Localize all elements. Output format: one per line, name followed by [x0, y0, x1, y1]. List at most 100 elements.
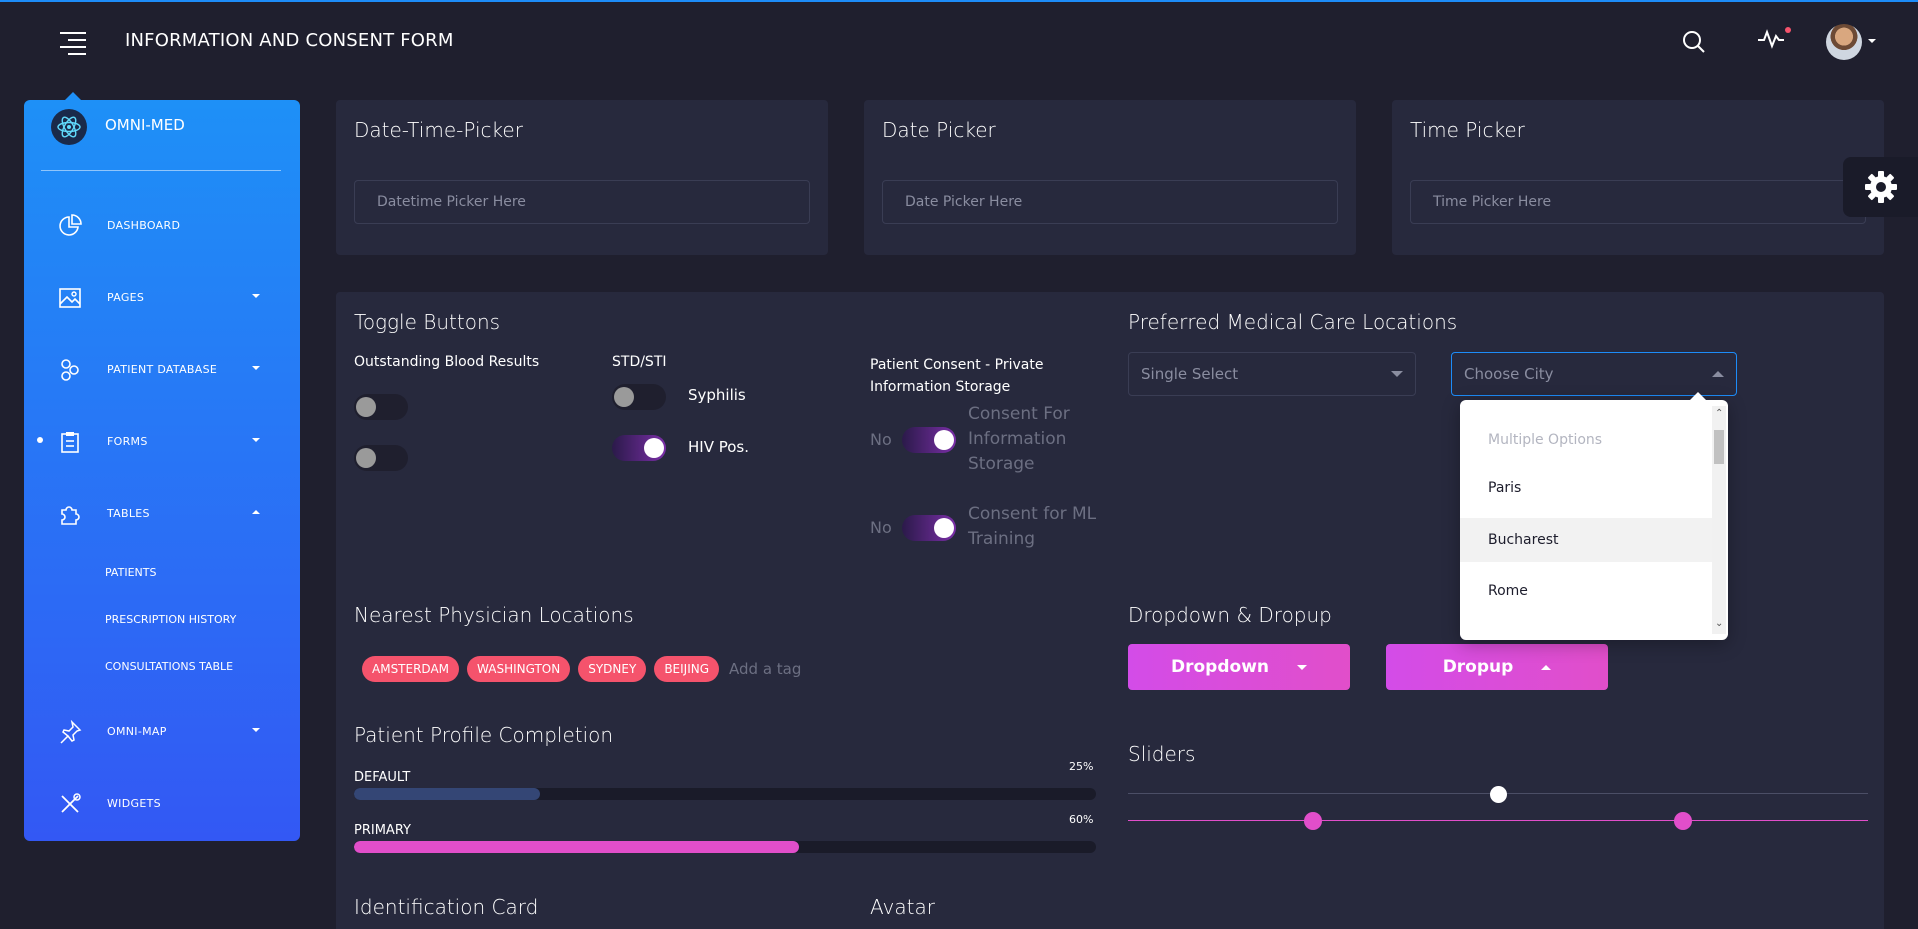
sidebar-item-patient-database[interactable]: PATIENT DATABASE: [24, 350, 300, 390]
datetime-picker-input[interactable]: Datetime Picker Here: [354, 180, 810, 224]
molecule-icon: [61, 359, 79, 381]
dropdown-label: Dropdown: [1171, 657, 1269, 677]
user-avatar[interactable]: [1826, 24, 1862, 60]
progress-default-label: DEFAULT: [354, 770, 411, 785]
blood-results-toggle-2[interactable]: [354, 445, 408, 471]
search-icon[interactable]: [1681, 29, 1707, 55]
caret-down-icon: [1297, 664, 1307, 670]
progress-default-bar: [354, 788, 1096, 800]
choose-city-select[interactable]: Choose City: [1451, 352, 1737, 396]
progress-fill: [354, 788, 540, 800]
blood-results-toggle-1[interactable]: [354, 394, 408, 420]
tag-sydney[interactable]: SYDNEY: [578, 656, 647, 682]
gear-icon: [1864, 171, 1897, 203]
city-option-rome[interactable]: Rome: [1460, 569, 1712, 613]
single-select-value: Single Select: [1141, 365, 1239, 383]
sidebar-item-dashboard[interactable]: DASHBOARD: [24, 206, 300, 246]
time-picker-card: Time Picker Time Picker Here: [1392, 100, 1884, 255]
dropup-label: Dropup: [1442, 657, 1514, 677]
sidebar-item-omni-map[interactable]: OMNI-MAP: [24, 712, 300, 752]
patient-consent-label: Patient Consent - Private Information St…: [870, 357, 1044, 395]
toggle-knob: [644, 438, 664, 458]
sidebar-item-label: FORMS: [107, 435, 148, 448]
consent-ml-toggle[interactable]: [902, 515, 956, 541]
tag-washington[interactable]: WASHINGTON: [467, 656, 571, 682]
scroll-down-icon[interactable]: ⌄: [1715, 618, 1723, 629]
sidebar-subitem-consultations-table[interactable]: CONSULTATIONS TABLE: [105, 660, 233, 673]
hiv-toggle[interactable]: [612, 435, 666, 461]
single-select-dropdown[interactable]: Single Select: [1128, 352, 1416, 396]
settings-gear-button[interactable]: [1843, 157, 1918, 217]
caret-up-icon: [1541, 664, 1552, 670]
sidebar-item-label: PATIENT DATABASE: [107, 363, 218, 376]
caret-down-icon: [252, 728, 260, 732]
dropdown-button[interactable]: Dropdown: [1128, 644, 1350, 690]
caret-down-icon: [252, 438, 260, 442]
activity-pulse-icon[interactable]: [1757, 26, 1791, 52]
sidebar-subitem-prescription-history[interactable]: PRESCRIPTION HISTORY: [105, 613, 236, 626]
tools-icon: [61, 793, 81, 813]
add-tag-placeholder[interactable]: Add a tag: [729, 660, 801, 678]
chevron-down-icon: [1391, 371, 1403, 377]
identification-card-title: Identification Card: [354, 895, 539, 919]
outstanding-blood-results-label: Outstanding Blood Results: [354, 354, 540, 370]
dropdown-scrollbar[interactable]: ⌃ ⌄: [1712, 406, 1726, 634]
top-navbar: INFORMATION AND CONSENT FORM: [0, 2, 1918, 82]
option-label: Rome: [1488, 583, 1528, 599]
toggle-knob: [614, 387, 634, 407]
sidebar-item-label: TABLES: [107, 507, 150, 520]
progress-fill: [354, 841, 800, 853]
avatar-title: Avatar: [870, 895, 935, 919]
city-option-bucharest[interactable]: Bucharest: [1460, 518, 1712, 562]
city-option-paris[interactable]: Paris: [1460, 466, 1712, 510]
sidebar-item-label: OMNI-MAP: [107, 725, 167, 738]
range-slider-handle-max[interactable]: [1674, 812, 1692, 830]
progress-default-value: 25%: [1069, 760, 1094, 773]
sidebar-item-widgets[interactable]: WIDGETS: [24, 784, 300, 824]
chevron-down-icon[interactable]: [1868, 39, 1876, 43]
range-slider[interactable]: [1128, 811, 1868, 831]
consent-storage-toggle[interactable]: [902, 427, 956, 453]
sidebar-item-pages[interactable]: PAGES: [24, 278, 300, 318]
toggle-knob: [356, 397, 376, 417]
std-sti-label: STD/STI: [612, 354, 667, 370]
scroll-up-icon[interactable]: ⌃: [1715, 408, 1723, 419]
toggle-knob: [356, 448, 376, 468]
syphilis-label: Syphilis: [688, 386, 746, 404]
locations-title: Preferred Medical Care Locations: [1128, 310, 1458, 334]
tags-input[interactable]: AMSTERDAM WASHINGTON SYDNEY BEIJING Add …: [362, 656, 801, 682]
dropdown-dropup-title: Dropdown & Dropup: [1128, 603, 1332, 627]
hamburger-menu-icon[interactable]: [60, 32, 86, 55]
progress-primary-value: 60%: [1069, 813, 1094, 826]
tag-amsterdam[interactable]: AMSTERDAM: [362, 656, 460, 682]
toggle-knob: [934, 430, 954, 450]
caret-down-icon: [252, 294, 260, 298]
consent-storage-no-label: No: [870, 430, 892, 449]
sidebar-item-tables[interactable]: TABLES: [24, 494, 300, 534]
time-picker-input[interactable]: Time Picker Here: [1410, 180, 1866, 224]
sidebar-item-forms[interactable]: FORMS: [24, 422, 300, 462]
card-title: Date Picker: [882, 118, 996, 142]
card-title: Date-Time-Picker: [354, 118, 523, 142]
range-slider-handle-min[interactable]: [1304, 812, 1322, 830]
clipboard-icon: [61, 432, 79, 453]
sidebar-subitem-patients[interactable]: PATIENTS: [105, 566, 156, 579]
date-picker-card: Date Picker Date Picker Here: [864, 100, 1356, 255]
single-slider[interactable]: [1128, 784, 1868, 804]
sidebar-divider: [41, 170, 281, 171]
slider-handle[interactable]: [1490, 786, 1507, 803]
scrollbar-thumb[interactable]: [1714, 430, 1724, 464]
toggle-buttons-title: Toggle Buttons: [354, 310, 501, 334]
profile-completion-title: Patient Profile Completion: [354, 723, 614, 747]
syphilis-toggle[interactable]: [612, 384, 666, 410]
menu-arrow: [1690, 392, 1706, 400]
tag-beijing[interactable]: BEIJING: [654, 656, 720, 682]
image-icon: [59, 288, 81, 308]
dropup-button[interactable]: Dropup: [1386, 644, 1608, 690]
brand-name[interactable]: OMNI-MED: [105, 116, 185, 134]
pie-chart-icon: [59, 214, 82, 236]
date-picker-input[interactable]: Date Picker Here: [882, 180, 1338, 224]
toggle-knob: [934, 518, 954, 538]
react-logo-icon[interactable]: [51, 109, 87, 145]
pin-icon: [60, 720, 82, 744]
